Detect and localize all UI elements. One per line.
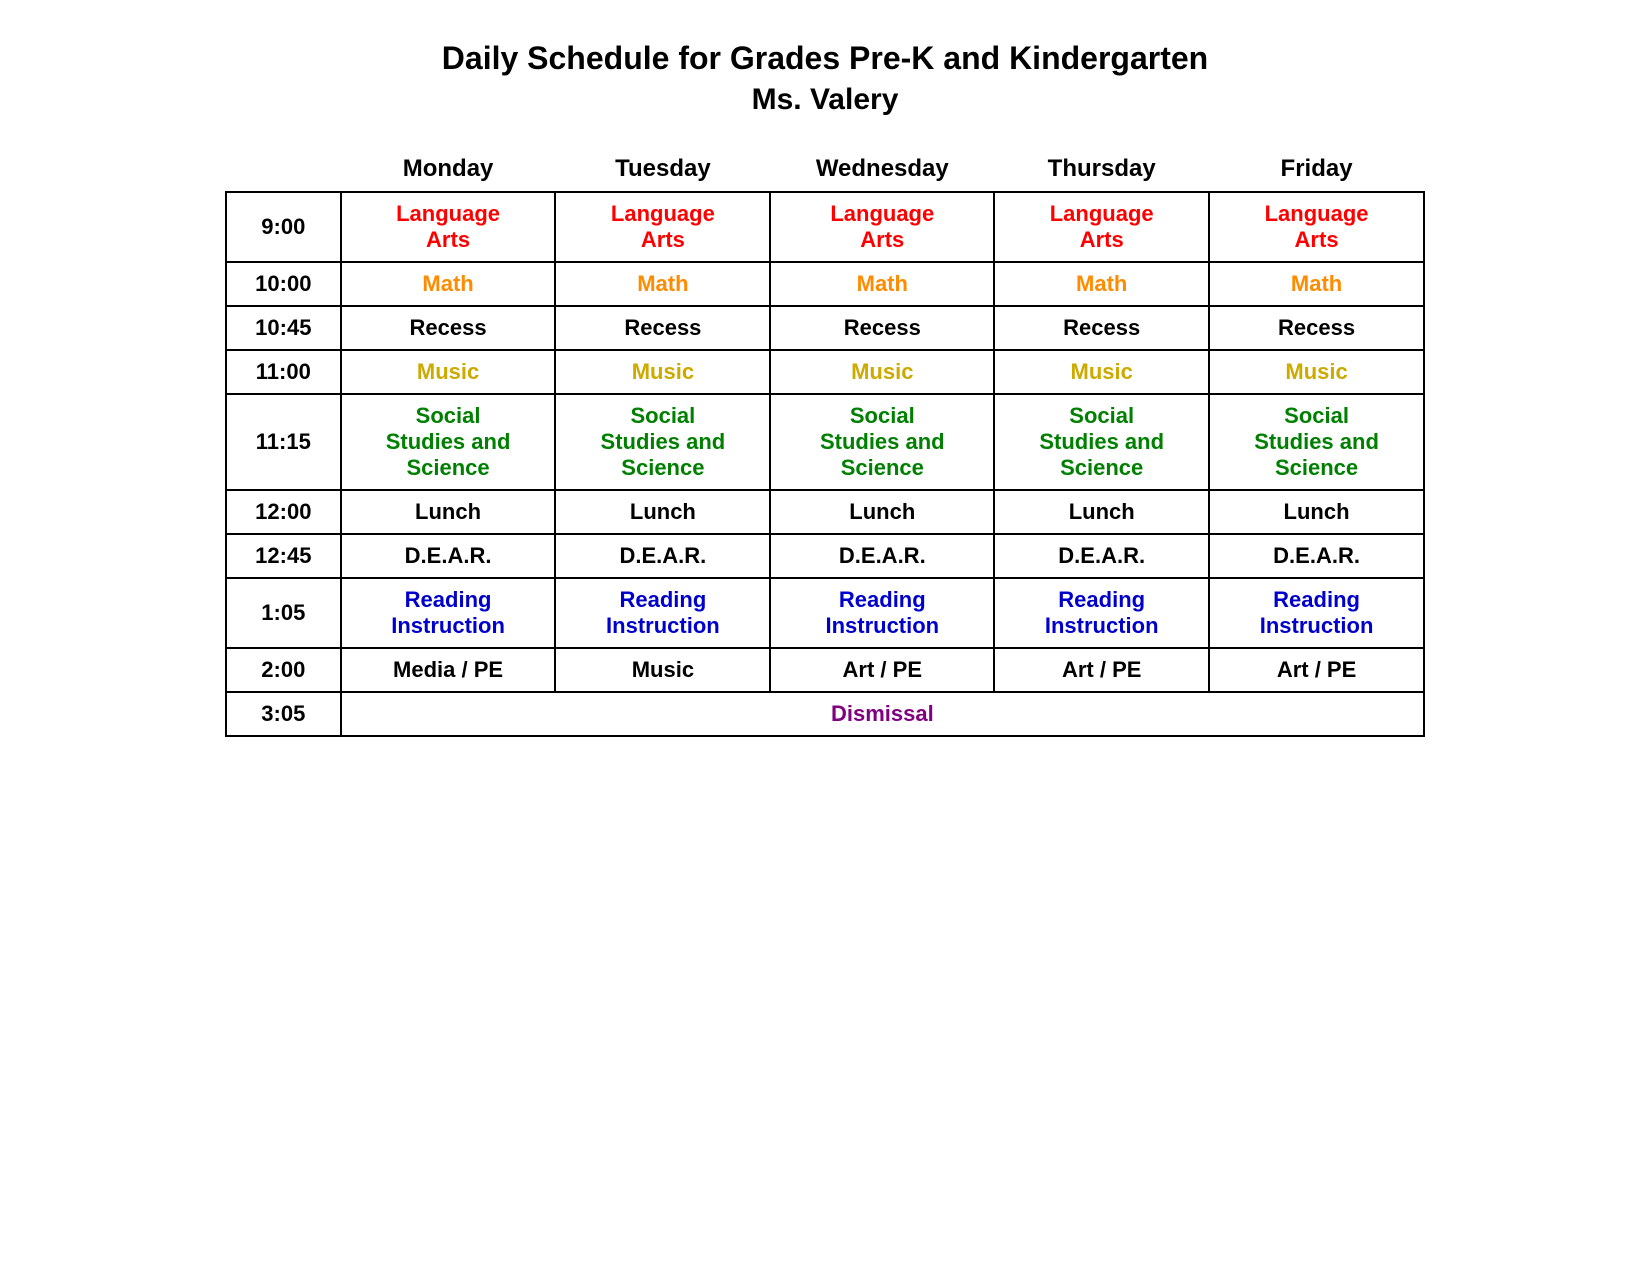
cell-4-1: SocialStudies andScience xyxy=(555,394,770,490)
table-row: 11:15SocialStudies andScienceSocialStudi… xyxy=(226,394,1424,490)
time-cell-9: 3:05 xyxy=(226,692,341,736)
cell-3-2: Music xyxy=(770,350,994,394)
table-row: 10:45RecessRecessRecessRecessRecess xyxy=(226,306,1424,350)
cell-1-2: Math xyxy=(770,262,994,306)
cell-3-3: Music xyxy=(994,350,1209,394)
cell-6-0: D.E.A.R. xyxy=(341,534,556,578)
schedule-table: Monday Tuesday Wednesday Thursday Friday… xyxy=(225,147,1425,737)
cell-3-1: Music xyxy=(555,350,770,394)
dismissal-cell: Dismissal xyxy=(341,692,1424,736)
cell-2-0: Recess xyxy=(341,306,556,350)
col-wednesday: Wednesday xyxy=(770,147,994,192)
cell-8-1: Music xyxy=(555,648,770,692)
col-thursday: Thursday xyxy=(994,147,1209,192)
cell-1-0: Math xyxy=(341,262,556,306)
cell-3-4: Music xyxy=(1209,350,1424,394)
cell-0-1: LanguageArts xyxy=(555,192,770,262)
cell-5-2: Lunch xyxy=(770,490,994,534)
cell-5-0: Lunch xyxy=(341,490,556,534)
cell-7-0: ReadingInstruction xyxy=(341,578,556,648)
cell-6-2: D.E.A.R. xyxy=(770,534,994,578)
cell-4-3: SocialStudies andScience xyxy=(994,394,1209,490)
cell-4-4: SocialStudies andScience xyxy=(1209,394,1424,490)
col-friday: Friday xyxy=(1209,147,1424,192)
cell-8-0: Media / PE xyxy=(341,648,556,692)
time-cell-7: 1:05 xyxy=(226,578,341,648)
cell-8-4: Art / PE xyxy=(1209,648,1424,692)
time-cell-5: 12:00 xyxy=(226,490,341,534)
col-tuesday: Tuesday xyxy=(555,147,770,192)
table-row: 12:00LunchLunchLunchLunchLunch xyxy=(226,490,1424,534)
cell-7-3: ReadingInstruction xyxy=(994,578,1209,648)
cell-5-1: Lunch xyxy=(555,490,770,534)
cell-7-2: ReadingInstruction xyxy=(770,578,994,648)
cell-6-1: D.E.A.R. xyxy=(555,534,770,578)
table-row: 3:05Dismissal xyxy=(226,692,1424,736)
time-cell-3: 11:00 xyxy=(226,350,341,394)
cell-0-2: LanguageArts xyxy=(770,192,994,262)
cell-5-3: Lunch xyxy=(994,490,1209,534)
cell-8-2: Art / PE xyxy=(770,648,994,692)
cell-6-3: D.E.A.R. xyxy=(994,534,1209,578)
page-container: Daily Schedule for Grades Pre-K and Kind… xyxy=(225,40,1425,737)
cell-0-0: LanguageArts xyxy=(341,192,556,262)
table-row: 11:00MusicMusicMusicMusicMusic xyxy=(226,350,1424,394)
cell-5-4: Lunch xyxy=(1209,490,1424,534)
cell-0-3: LanguageArts xyxy=(994,192,1209,262)
cell-1-1: Math xyxy=(555,262,770,306)
table-row: 12:45D.E.A.R.D.E.A.R.D.E.A.R.D.E.A.R.D.E… xyxy=(226,534,1424,578)
cell-0-4: LanguageArts xyxy=(1209,192,1424,262)
page-subtitle: Ms. Valery xyxy=(752,83,899,117)
table-row: 9:00LanguageArtsLanguageArtsLanguageArts… xyxy=(226,192,1424,262)
time-cell-8: 2:00 xyxy=(226,648,341,692)
cell-2-4: Recess xyxy=(1209,306,1424,350)
time-cell-1: 10:00 xyxy=(226,262,341,306)
time-cell-6: 12:45 xyxy=(226,534,341,578)
empty-header xyxy=(226,147,341,192)
cell-6-4: D.E.A.R. xyxy=(1209,534,1424,578)
cell-2-1: Recess xyxy=(555,306,770,350)
cell-4-2: SocialStudies andScience xyxy=(770,394,994,490)
cell-2-2: Recess xyxy=(770,306,994,350)
cell-7-1: ReadingInstruction xyxy=(555,578,770,648)
cell-2-3: Recess xyxy=(994,306,1209,350)
time-cell-4: 11:15 xyxy=(226,394,341,490)
table-row: 1:05ReadingInstructionReadingInstruction… xyxy=(226,578,1424,648)
table-row: 10:00MathMathMathMathMath xyxy=(226,262,1424,306)
cell-7-4: ReadingInstruction xyxy=(1209,578,1424,648)
page-title: Daily Schedule for Grades Pre-K and Kind… xyxy=(442,40,1208,77)
cell-8-3: Art / PE xyxy=(994,648,1209,692)
header-row: Monday Tuesday Wednesday Thursday Friday xyxy=(226,147,1424,192)
time-cell-2: 10:45 xyxy=(226,306,341,350)
cell-4-0: SocialStudies andScience xyxy=(341,394,556,490)
cell-1-4: Math xyxy=(1209,262,1424,306)
time-cell-0: 9:00 xyxy=(226,192,341,262)
cell-3-0: Music xyxy=(341,350,556,394)
table-row: 2:00Media / PEMusicArt / PEArt / PEArt /… xyxy=(226,648,1424,692)
cell-1-3: Math xyxy=(994,262,1209,306)
col-monday: Monday xyxy=(341,147,556,192)
